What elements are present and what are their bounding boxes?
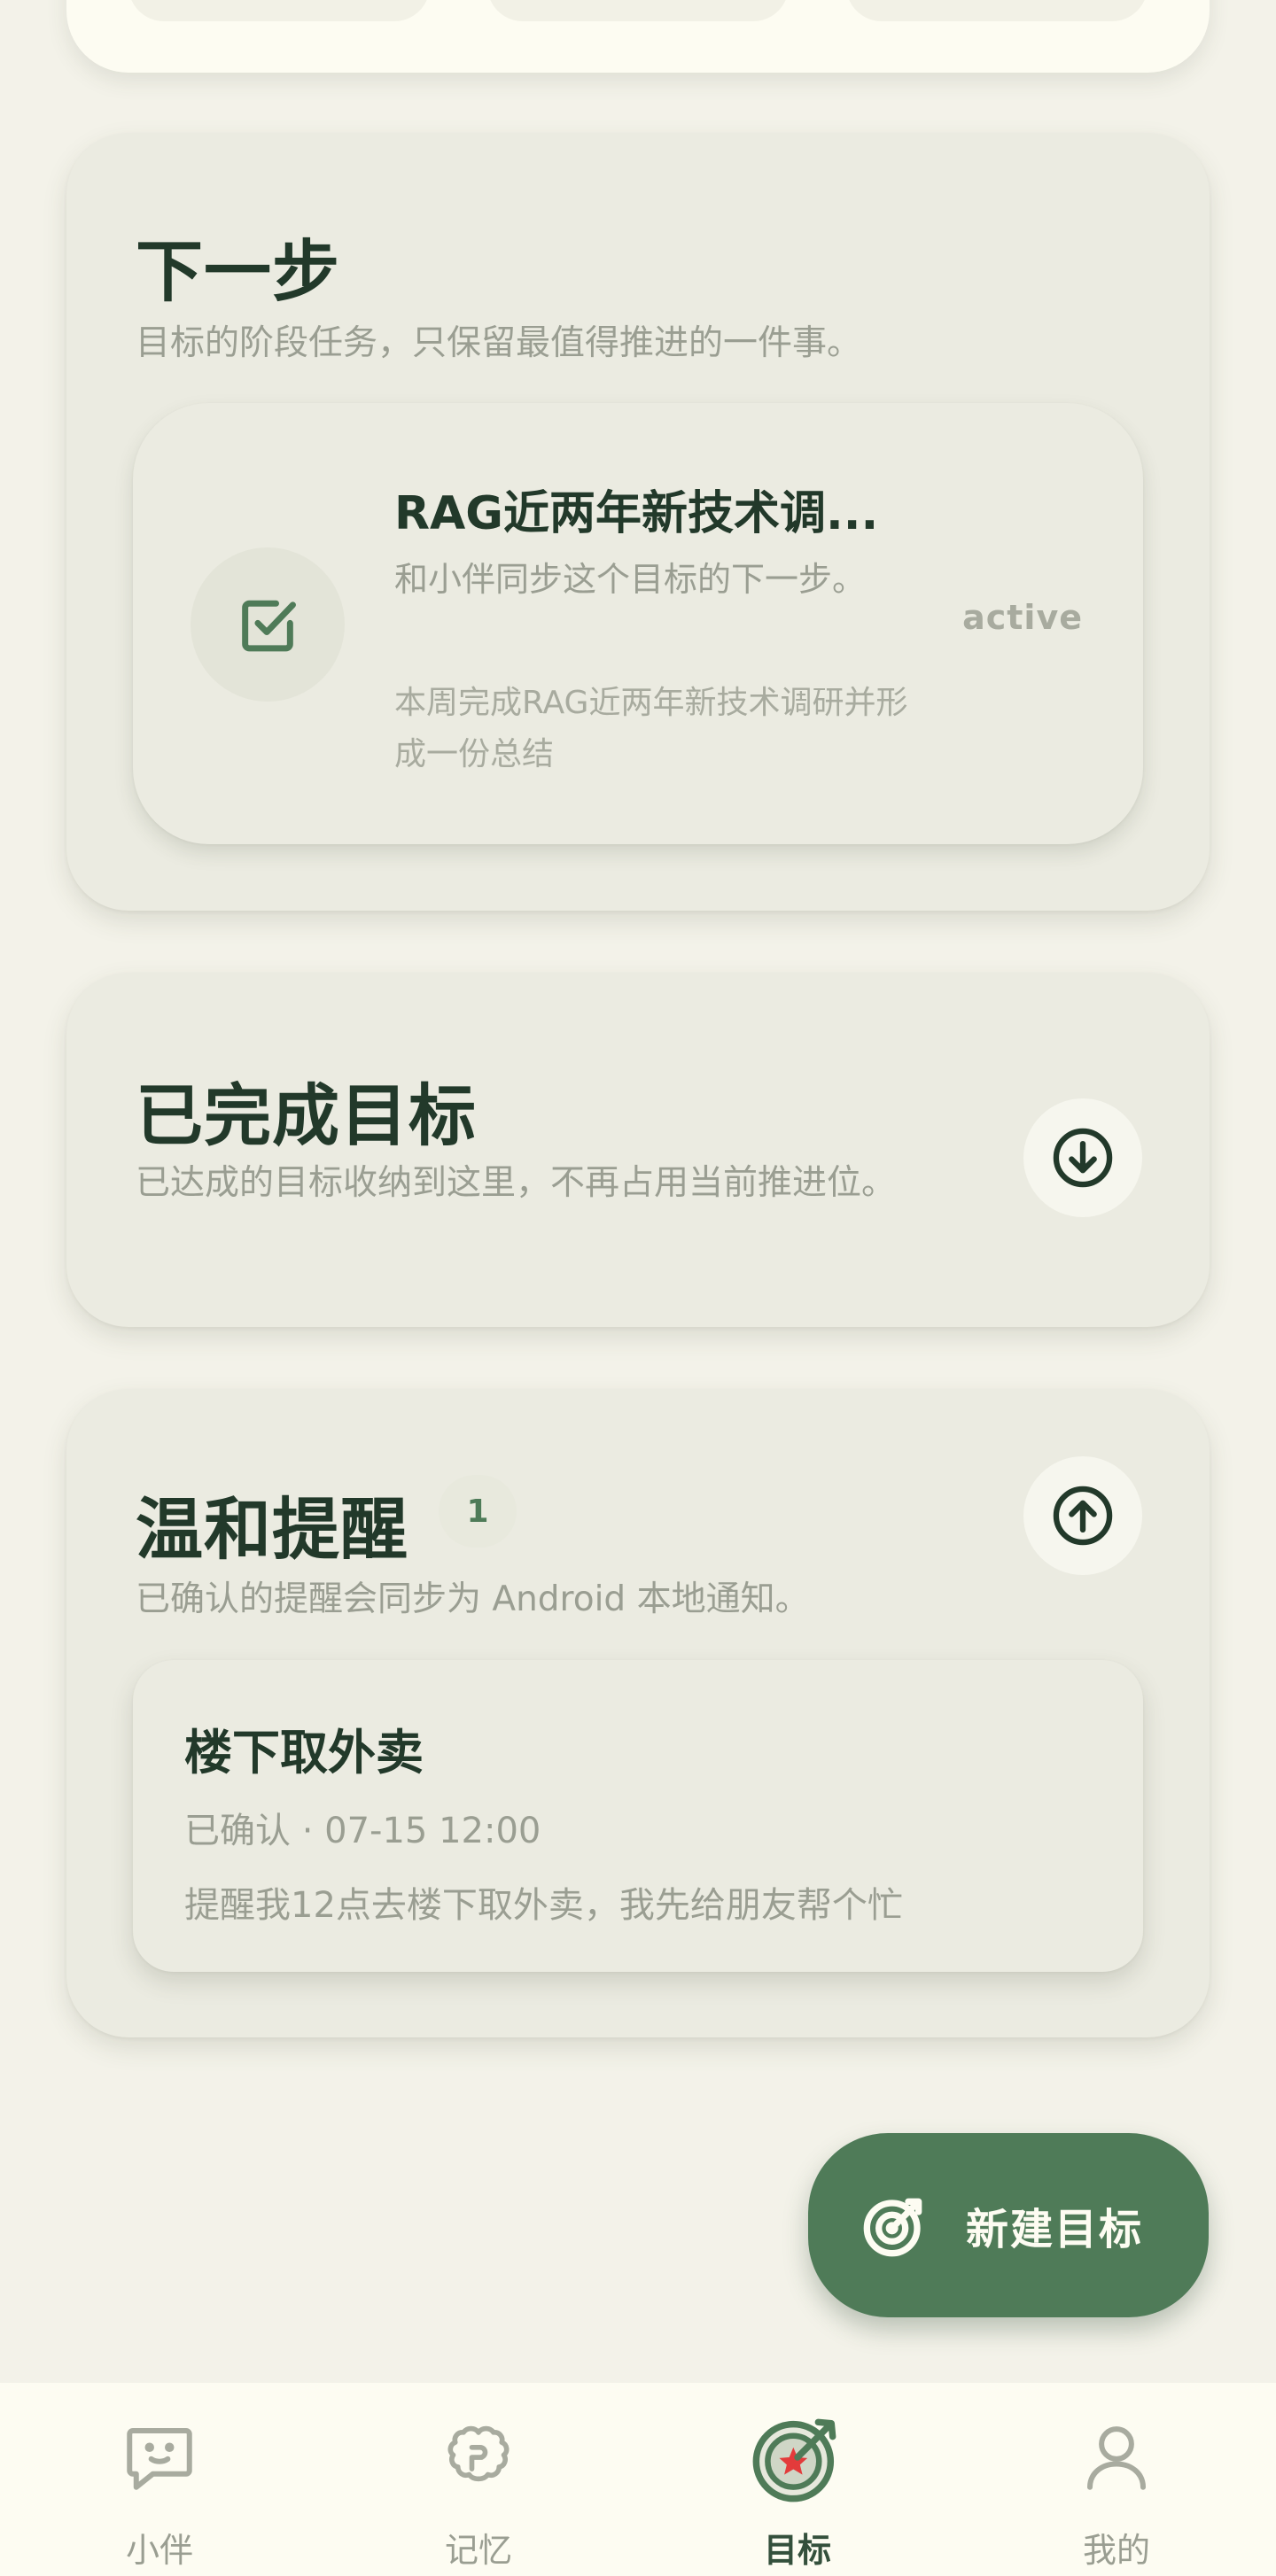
next-step-subtitle: 目标的阶段任务，只保留最值得推进的一件事。 <box>136 323 862 363</box>
nav-label-profile: 我的 <box>1082 2531 1150 2570</box>
nav-item-goals[interactable]: 目标 <box>638 2383 957 2576</box>
nav-item-companion[interactable]: 小伴 <box>0 2383 319 2576</box>
status-badge: active <box>962 598 1083 637</box>
reminder-title: 楼下取外卖 <box>184 1725 424 1781</box>
collapse-reminders-button[interactable] <box>1023 1456 1142 1575</box>
task-title: RAG近两年新技术调... <box>394 487 879 540</box>
reminder-meta: 已确认 · 07-15 12:00 <box>184 1811 541 1851</box>
person-icon <box>1077 2413 1156 2502</box>
bottom-navigation: 小伴 记忆 目标 我的 <box>0 2383 1276 2576</box>
completed-goals-title: 已完成目标 <box>136 1076 477 1155</box>
checkbox-icon[interactable] <box>191 547 345 702</box>
nav-label-memory: 记忆 <box>444 2531 512 2570</box>
completed-goals-card: 已完成目标 已达成的目标收纳到这里，不再占用当前推进位。 <box>66 973 1210 1327</box>
chevron-down-circle-icon <box>1053 1128 1113 1188</box>
reminder-text: 提醒我12点去楼下取外卖，我先给朋友帮个忙 <box>184 1885 903 1926</box>
summary-card-partial <box>66 0 1210 73</box>
new-goal-label: 新建目标 <box>966 2205 1144 2254</box>
new-goal-button[interactable]: 新建目标 <box>808 2133 1209 2317</box>
next-step-task[interactable]: RAG近两年新技术调... 和小伴同步这个目标的下一步。 本周完成RAG近两年新… <box>133 403 1143 844</box>
goals-page: 下一步 目标的阶段任务，只保留最值得推进的一件事。 RAG近两年新技术调... … <box>0 0 1276 2576</box>
reminders-subtitle: 已确认的提醒会同步为 Android 本地通知。 <box>136 1579 810 1619</box>
reminders-count-badge: 1 <box>439 1475 517 1548</box>
summary-chip[interactable] <box>128 0 430 21</box>
nav-item-profile[interactable]: 我的 <box>957 2383 1276 2576</box>
chat-bubble-icon <box>120 2413 199 2502</box>
nav-item-memory[interactable]: 记忆 <box>319 2383 638 2576</box>
task-description: 和小伴同步这个目标的下一步。 <box>394 560 867 599</box>
next-step-title: 下一步 <box>136 232 340 311</box>
reminder-item[interactable]: 楼下取外卖 已确认 · 07-15 12:00 提醒我12点去楼下取外卖，我先给… <box>133 1660 1143 1972</box>
summary-chip[interactable] <box>846 0 1148 21</box>
expand-completed-button[interactable] <box>1023 1098 1142 1217</box>
reminders-title: 温和提醒 <box>136 1490 408 1569</box>
reminders-card: 温和提醒 1 已确认的提醒会同步为 Android 本地通知。 楼下取外卖 已确… <box>66 1389 1210 2037</box>
target-icon <box>863 2198 922 2257</box>
nav-label-goals: 目标 <box>763 2531 831 2570</box>
chevron-up-circle-icon <box>1053 1486 1113 1546</box>
next-step-card: 下一步 目标的阶段任务，只保留最值得推进的一件事。 RAG近两年新技术调... … <box>66 133 1210 911</box>
completed-goals-subtitle: 已达成的目标收纳到这里，不再占用当前推进位。 <box>136 1163 897 1203</box>
brain-icon <box>439 2413 518 2502</box>
summary-chip[interactable] <box>487 0 789 21</box>
nav-label-companion: 小伴 <box>125 2531 193 2570</box>
target-icon <box>748 2413 847 2502</box>
task-goal: 本周完成RAG近两年新技术调研并形成一份总结 <box>394 685 908 772</box>
